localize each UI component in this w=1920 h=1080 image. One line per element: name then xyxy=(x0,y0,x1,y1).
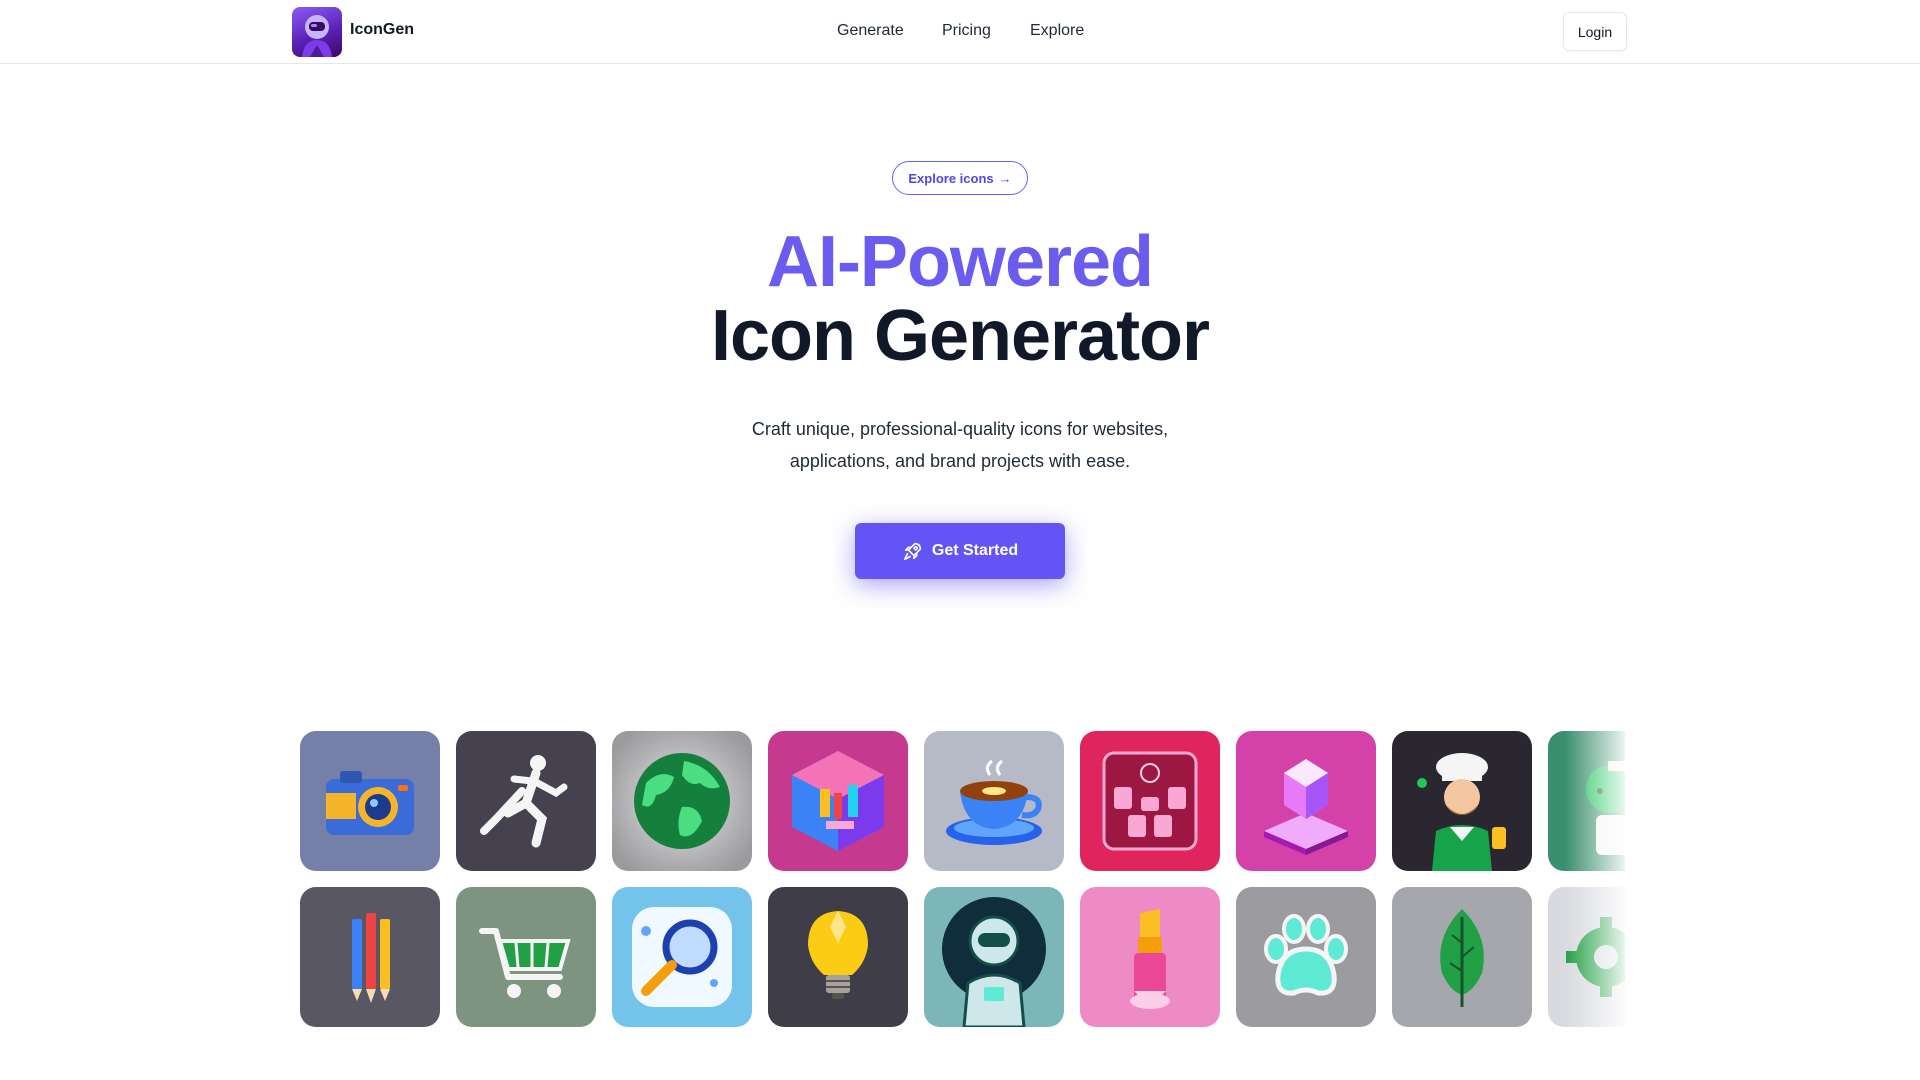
gallery-tile-globe[interactable] xyxy=(612,731,752,871)
gallery-tile-lightbulb[interactable] xyxy=(768,887,908,1027)
doctor-icon xyxy=(1548,731,1625,871)
gallery-tile-runner[interactable] xyxy=(456,731,596,871)
runner-icon xyxy=(456,731,596,871)
top-navbar: IconGen Generate Pricing Explore Login xyxy=(0,0,1920,64)
get-started-label: Get Started xyxy=(931,542,1019,559)
lightbulb-icon xyxy=(768,887,908,1027)
gallery-tile-magnifier[interactable] xyxy=(612,887,752,1027)
explore-icons-button[interactable]: Explore icons → xyxy=(892,161,1028,195)
coffee-cup-icon xyxy=(924,731,1064,871)
login-button-label: Login xyxy=(1577,23,1613,40)
arrow-right-icon: → xyxy=(998,170,1012,186)
rocket-icon xyxy=(903,542,922,561)
hero-title-main: Icon Generator xyxy=(710,296,1210,376)
nav-link-pricing[interactable]: Pricing xyxy=(942,22,991,40)
camera-icon xyxy=(300,731,440,871)
gallery-tile-paw-print[interactable] xyxy=(1236,887,1376,1027)
gallery-tile-leaf[interactable] xyxy=(1392,887,1532,1027)
hero-title-accent: AI-Powered xyxy=(766,222,1154,302)
explore-icons-label: Explore icons xyxy=(908,170,994,186)
gallery-tile-gear[interactable] xyxy=(1548,887,1625,1027)
login-button[interactable]: Login xyxy=(1563,12,1627,51)
gallery-tile-shopping-cart[interactable] xyxy=(456,887,596,1027)
globe-icon xyxy=(612,731,752,871)
brand-name[interactable]: IconGen xyxy=(350,21,414,39)
astronaut-icon xyxy=(924,887,1064,1027)
hero-subtitle: Craft unique, professional-quality icons… xyxy=(660,413,1260,477)
gallery-tile-sports-team[interactable] xyxy=(1080,731,1220,871)
isometric-room-icon xyxy=(768,731,908,871)
hero-subtitle-line1: Craft unique, professional-quality icons… xyxy=(751,419,1169,439)
gallery-tile-isometric-room[interactable] xyxy=(768,731,908,871)
shopping-cart-icon xyxy=(456,887,596,1027)
lipstick-icon xyxy=(1080,887,1220,1027)
leaf-icon xyxy=(1392,887,1532,1027)
gallery-tile-chef[interactable] xyxy=(1392,731,1532,871)
magnifier-icon xyxy=(612,887,752,1027)
gallery-tile-lipstick[interactable] xyxy=(1080,887,1220,1027)
gallery-tile-doctor[interactable] xyxy=(1548,731,1625,871)
gallery-tile-pencils[interactable] xyxy=(300,887,440,1027)
gallery-tile-astronaut[interactable] xyxy=(924,887,1064,1027)
icon-gallery xyxy=(300,731,1625,1027)
sports-team-icon xyxy=(1080,731,1220,871)
hero-subtitle-line2: applications, and brand projects with ea… xyxy=(789,451,1131,471)
crystal-pedestal-icon xyxy=(1236,731,1376,871)
chef-icon xyxy=(1392,731,1532,871)
gallery-tile-coffee-cup[interactable] xyxy=(924,731,1064,871)
gallery-tile-crystal-pedestal[interactable] xyxy=(1236,731,1376,871)
astronaut-logo-icon[interactable] xyxy=(292,7,342,57)
pencils-icon xyxy=(300,887,440,1027)
get-started-button[interactable]: Get Started xyxy=(855,523,1065,579)
gear-icon xyxy=(1548,887,1625,1027)
hero-title: AI-Powered Icon Generator xyxy=(0,225,1920,373)
gallery-tile-camera[interactable] xyxy=(300,731,440,871)
paw-print-icon xyxy=(1236,887,1376,1027)
nav-link-generate[interactable]: Generate xyxy=(837,22,904,40)
nav-link-explore[interactable]: Explore xyxy=(1030,22,1084,40)
